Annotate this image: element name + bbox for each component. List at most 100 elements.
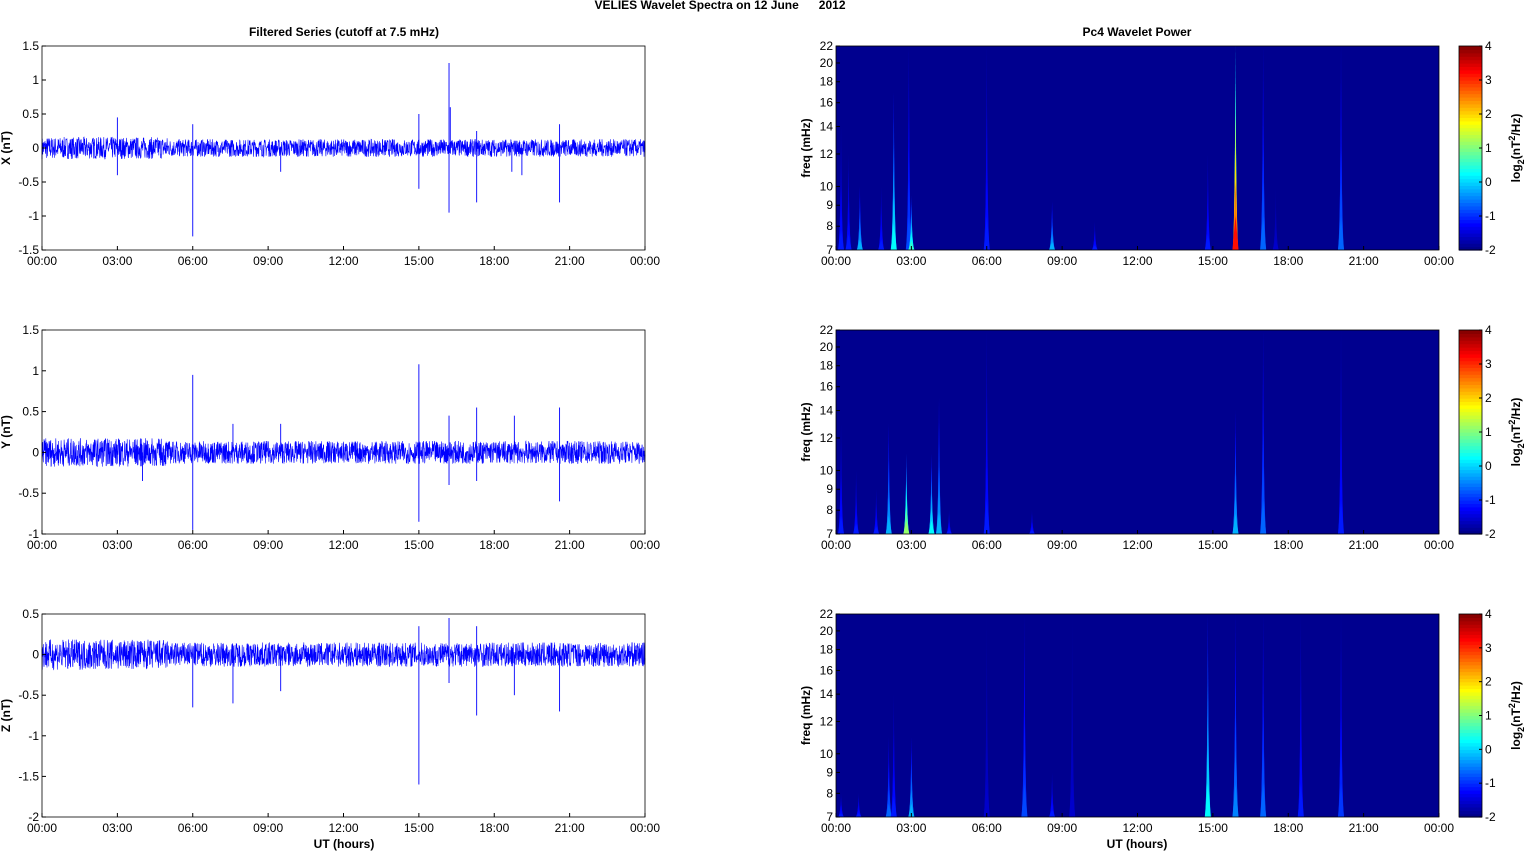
x-tick-label: 06:00 <box>972 254 1002 268</box>
colorbar-cell <box>1459 493 1482 498</box>
y-tick-label: -0.5 <box>18 688 39 702</box>
x-tick-label: 15:00 <box>1198 538 1228 552</box>
y-tick-label: 20 <box>820 624 834 638</box>
right-xlabel: UT (hours) <box>1107 837 1168 851</box>
y-tick-label: 0.5 <box>22 405 39 419</box>
x-tick-label: 00:00 <box>27 538 57 552</box>
colorbar-cell <box>1459 391 1482 396</box>
y-tick-label: -1.5 <box>18 769 39 783</box>
y-tick-label: 9 <box>826 198 833 212</box>
colorbar-label: log2(nT2/Hz) <box>1507 114 1526 183</box>
colorbar-cell <box>1459 614 1482 618</box>
colorbar: -2 -1 0 1 2 3 4 log2(nT2/Hz) <box>1458 39 1526 257</box>
x-tick-label: 21:00 <box>1349 821 1379 835</box>
y-tick-label: 8 <box>826 786 833 800</box>
y-tick-label: 22 <box>820 607 834 621</box>
colorbar-tick-label: -2 <box>1485 810 1496 824</box>
right-column-title: Pc4 Wavelet Power <box>1083 25 1192 39</box>
series-plot-y: -1-0.500.511.5Y (nT)00:00 03:00 06:00 09:00… <box>0 323 660 552</box>
colorbar-tick-label: 0 <box>1485 175 1492 189</box>
x-tick-label: 09:00 <box>1047 821 1077 835</box>
x-tick-label: 21:00 <box>1349 254 1379 268</box>
x-tick-label: 00:00 <box>630 538 660 552</box>
x-tick-label: 00:00 <box>821 538 851 552</box>
y-tick-label: -1 <box>28 209 39 223</box>
y-tick-label: 12 <box>820 714 834 728</box>
colorbar-cell <box>1459 239 1482 244</box>
colorbar-cell <box>1459 171 1482 176</box>
figure: VELIES Wavelet Spectra on 12 June 2012 F… <box>0 0 1526 851</box>
colorbar: -2 -1 0 1 2 3 4 log2(nT2/Hz) <box>1458 323 1526 541</box>
x-tick-label: 21:00 <box>555 254 585 268</box>
y-tick-label: 8 <box>826 219 833 233</box>
colorbar-cell <box>1459 229 1482 234</box>
colorbar-cell <box>1459 476 1482 481</box>
y-tick-label: 0 <box>32 445 39 459</box>
colorbar-cell <box>1459 161 1482 166</box>
x-tick-label: 09:00 <box>1047 538 1077 552</box>
y-tick-label: 1.5 <box>22 39 39 53</box>
colorbar-tick-label: 1 <box>1485 709 1492 723</box>
y-tick-label: 0 <box>32 141 39 155</box>
colorbar-cell <box>1459 195 1482 200</box>
left-column-title: Filtered Series (cutoff at 7.5 mHz) <box>249 25 439 39</box>
x-tick-label: 21:00 <box>555 821 585 835</box>
colorbar-tick-label: 3 <box>1485 73 1492 87</box>
x-tick-label: 06:00 <box>178 821 208 835</box>
x-tick-label: 06:00 <box>972 821 1002 835</box>
x-tick-label: 09:00 <box>253 254 283 268</box>
plot-area <box>42 330 645 534</box>
x-tick-label: 00:00 <box>27 254 57 268</box>
x-tick-label: 09:00 <box>253 538 283 552</box>
x-tick-label: 18:00 <box>1273 254 1303 268</box>
x-tick-label: 12:00 <box>328 538 358 552</box>
y-tick-label: 0.5 <box>22 107 39 121</box>
colorbar-cell <box>1459 205 1482 210</box>
y-tick-label: 1 <box>32 73 39 87</box>
figure-title: VELIES Wavelet Spectra on 12 June 2012 <box>595 0 846 12</box>
y-tick-label: 18 <box>820 359 834 373</box>
colorbar-tick-label: 4 <box>1485 39 1492 53</box>
colorbar-cell <box>1459 154 1482 159</box>
colorbar-tick-label: -1 <box>1485 493 1496 507</box>
series-plot-z: -2-1.5-1-0.500.5Z (nT)00:00 03:00 06:00 09:… <box>0 607 660 835</box>
y-tick-label: 1.5 <box>22 323 39 337</box>
wavelet-plot-x: 78910121416182022freq (mHz)00:00 03:00 06:… <box>799 39 1526 268</box>
x-tick-label: 18:00 <box>1273 538 1303 552</box>
x-tick-label: 12:00 <box>1122 254 1152 268</box>
colorbar-cell <box>1459 144 1482 149</box>
plot-area <box>836 330 1439 534</box>
x-tick-label: 00:00 <box>1424 254 1454 268</box>
y-tick-label: 16 <box>820 96 834 110</box>
x-tick-label: 15:00 <box>404 821 434 835</box>
x-tick-label: 03:00 <box>896 538 926 552</box>
left-xlabel: UT (hours) <box>314 837 375 851</box>
y-tick-label: 0.5 <box>22 607 39 621</box>
y-tick-label: 16 <box>820 380 834 394</box>
freq-axis-label: freq (mHz) <box>799 118 813 177</box>
y-tick-label: 0 <box>32 648 39 662</box>
x-tick-label: 00:00 <box>630 254 660 268</box>
y-axis-label: Z (nT) <box>0 699 13 732</box>
y-tick-label: -1 <box>28 729 39 743</box>
colorbar-cell <box>1459 408 1482 413</box>
series-plot-x: -1.5-1-0.500.511.5X (nT)00:00 03:00 06:00 0… <box>0 39 660 268</box>
x-tick-label: 18:00 <box>1273 821 1303 835</box>
x-tick-label: 09:00 <box>253 821 283 835</box>
colorbar-tick-label: -1 <box>1485 776 1496 790</box>
colorbar-tick-label: 2 <box>1485 107 1492 121</box>
y-tick-label: 14 <box>820 120 834 134</box>
x-tick-label: 12:00 <box>1122 538 1152 552</box>
y-tick-label: 10 <box>820 463 834 477</box>
y-tick-label: -0.5 <box>18 486 39 500</box>
y-tick-label: 10 <box>820 179 834 193</box>
colorbar-tick-label: 3 <box>1485 641 1492 655</box>
x-tick-label: 18:00 <box>479 821 509 835</box>
colorbar-tick-label: 4 <box>1485 323 1492 337</box>
y-tick-label: 10 <box>820 747 834 761</box>
colorbar-tick-label: 2 <box>1485 675 1492 689</box>
x-tick-label: 00:00 <box>821 254 851 268</box>
y-tick-label: 8 <box>826 503 833 517</box>
x-tick-label: 21:00 <box>555 538 585 552</box>
colorbar-tick-label: 0 <box>1485 742 1492 756</box>
